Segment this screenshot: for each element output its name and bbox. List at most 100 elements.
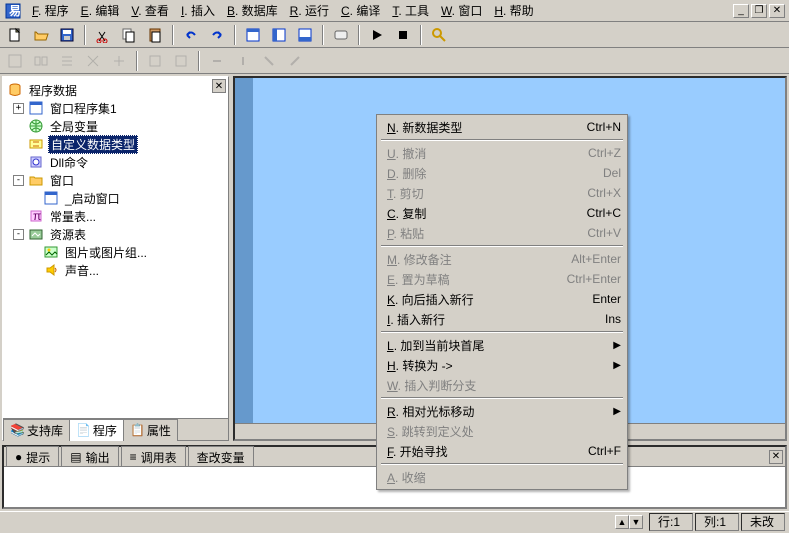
sidebar-tab-libs[interactable]: 📚支持库 — [3, 419, 70, 441]
tool-c[interactable] — [56, 50, 78, 72]
tree-root[interactable]: 程序数据 — [7, 81, 224, 99]
menu-view[interactable]: V. 查看 — [125, 0, 175, 21]
datatype-icon — [28, 136, 44, 152]
toggle-button[interactable] — [330, 24, 352, 46]
tool-g[interactable] — [170, 50, 192, 72]
menu-item[interactable]: H. 转换为 ->▶ — [379, 355, 625, 375]
sidebar-tab-program[interactable]: 📄程序 — [69, 419, 124, 441]
tab-hint[interactable]: ●提示 — [6, 446, 59, 468]
tool-e[interactable] — [108, 50, 130, 72]
stack-icon: ≡ — [130, 450, 137, 464]
menu-tools[interactable]: T. 工具 — [386, 0, 435, 21]
tool-b[interactable] — [30, 50, 52, 72]
menubar: 易 F. 程序 E. 编辑 V. 查看 I. 插入 B. 数据库 R. 运行 C… — [0, 0, 789, 22]
undo-button[interactable] — [180, 24, 202, 46]
minimize-button[interactable]: _ — [733, 4, 749, 18]
tab-callstack[interactable]: ≡调用表 — [121, 446, 186, 468]
redo-button[interactable] — [206, 24, 228, 46]
menu-separator — [381, 397, 623, 399]
menu-window[interactable]: W. 窗口 — [435, 0, 488, 21]
tab-output[interactable]: ▤输出 — [61, 446, 118, 468]
project-sidebar: ✕ 程序数据 + 窗口程序集1 全局变量 — [2, 76, 229, 441]
tree-pictures[interactable]: 图片或图片组... — [28, 243, 224, 261]
menu-database[interactable]: B. 数据库 — [221, 0, 284, 21]
database-icon — [7, 82, 23, 98]
tree-window-set[interactable]: + 窗口程序集1 — [13, 99, 224, 117]
menu-item: U. 撤消Ctrl+Z — [379, 143, 625, 163]
menu-item: S. 跳转到定义处 — [379, 421, 625, 441]
panel2-button[interactable] — [268, 24, 290, 46]
submenu-arrow-icon: ▶ — [613, 406, 621, 417]
tree-global-var[interactable]: 全局变量 — [13, 117, 224, 135]
tool-a[interactable] — [4, 50, 26, 72]
menu-item[interactable]: C. 复制Ctrl+C — [379, 203, 625, 223]
tool-k[interactable] — [284, 50, 306, 72]
menu-item: A. 收缩 — [379, 467, 625, 487]
save-button[interactable] — [56, 24, 78, 46]
menu-item: M. 修改备注Alt+Enter — [379, 249, 625, 269]
globe-icon — [28, 118, 44, 134]
stop-button[interactable] — [392, 24, 414, 46]
close-button[interactable]: ✕ — [769, 4, 785, 18]
find-button[interactable] — [428, 24, 450, 46]
menu-separator — [381, 139, 623, 141]
expander-plus-icon[interactable]: + — [13, 103, 24, 114]
status-col: 列:1 — [695, 513, 739, 531]
cut-button[interactable] — [92, 24, 114, 46]
main-toolbar — [0, 22, 789, 48]
menu-separator — [381, 331, 623, 333]
tool-d[interactable] — [82, 50, 104, 72]
menu-item: W. 插入判断分支 — [379, 375, 625, 395]
paste-button[interactable] — [144, 24, 166, 46]
menu-item[interactable]: L. 加到当前块首尾▶ — [379, 335, 625, 355]
menu-run[interactable]: R. 运行 — [284, 0, 335, 21]
menu-help[interactable]: H. 帮助 — [488, 0, 539, 21]
tree-const[interactable]: π 常量表... — [13, 207, 224, 225]
props-icon: 📋 — [130, 423, 145, 437]
menu-insert[interactable]: I. 插入 — [175, 0, 221, 21]
tree-custom-type[interactable]: 自定义数据类型 — [13, 135, 224, 153]
tree-sounds[interactable]: 声音... — [28, 261, 224, 279]
tool-f[interactable] — [144, 50, 166, 72]
sidebar-tab-props[interactable]: 📋属性 — [123, 419, 178, 441]
panel3-button[interactable] — [294, 24, 316, 46]
menu-item[interactable]: R. 相对光标移动▶ — [379, 401, 625, 421]
menu-program[interactable]: F. 程序 — [26, 0, 75, 21]
tree-start-window[interactable]: _启动窗口 — [28, 189, 224, 207]
expander-minus-icon[interactable]: - — [13, 229, 24, 240]
open-button[interactable] — [30, 24, 52, 46]
const-icon: π — [28, 208, 44, 224]
copy-button[interactable] — [118, 24, 140, 46]
menu-compile[interactable]: C. 编译 — [335, 0, 386, 21]
tool-j[interactable] — [258, 50, 280, 72]
submenu-arrow-icon: ▶ — [613, 360, 621, 371]
new-button[interactable] — [4, 24, 26, 46]
menu-edit[interactable]: E. 编辑 — [75, 0, 126, 21]
tab-vars[interactable]: 查改变量 — [188, 446, 254, 468]
statusbar: ▲ ▼ 行:1 列:1 未改 — [0, 511, 789, 531]
expander-minus-icon[interactable]: - — [13, 175, 24, 186]
menu-separator — [381, 463, 623, 465]
status-up-button[interactable]: ▲ — [615, 515, 629, 529]
context-menu: N. 新数据类型Ctrl+N U. 撤消Ctrl+ZD. 删除DelT. 剪切Ct… — [376, 114, 628, 490]
run-button[interactable] — [366, 24, 388, 46]
window-controls: _ ❐ ✕ — [733, 4, 789, 18]
menu-item[interactable]: F. 开始寻找Ctrl+F — [379, 441, 625, 461]
tree-windows[interactable]: - 窗口 — [13, 171, 224, 189]
menu-item[interactable]: N. 新数据类型Ctrl+N — [379, 117, 625, 137]
tool-i[interactable] — [232, 50, 254, 72]
tool-h[interactable] — [206, 50, 228, 72]
panel1-button[interactable] — [242, 24, 264, 46]
sidebar-close-button[interactable]: ✕ — [212, 79, 226, 93]
tree-resources[interactable]: - 资源表 — [13, 225, 224, 243]
menu-item: T. 剪切Ctrl+X — [379, 183, 625, 203]
status-down-button[interactable]: ▼ — [629, 515, 643, 529]
tree-dll[interactable]: Dll命令 — [13, 153, 224, 171]
menu-item[interactable]: I. 插入新行Ins — [379, 309, 625, 329]
menu-item[interactable]: K. 向后插入新行Enter — [379, 289, 625, 309]
window-icon — [43, 190, 59, 206]
panel-close-button[interactable]: ✕ — [769, 450, 783, 464]
restore-button[interactable]: ❐ — [751, 4, 767, 18]
menu-item: D. 删除Del — [379, 163, 625, 183]
output-icon: ▤ — [70, 450, 81, 464]
